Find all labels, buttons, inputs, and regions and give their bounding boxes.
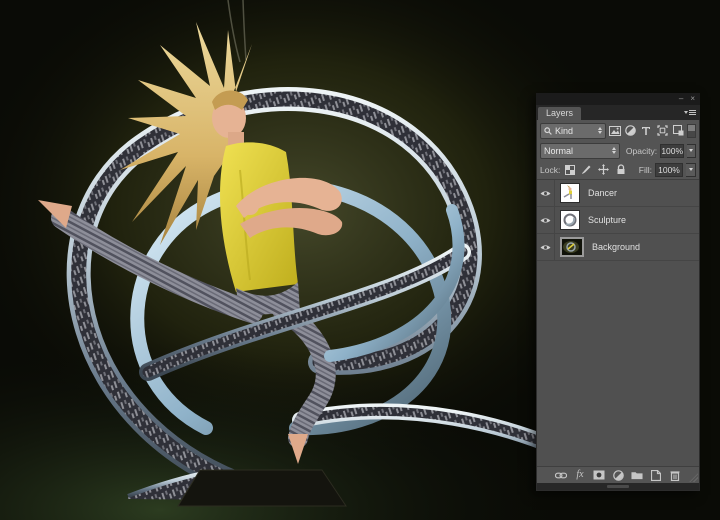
layer-thumbnail-background[interactable] xyxy=(560,237,584,257)
layers-panel-body: Kind xyxy=(536,120,700,491)
layer-filter-row: Kind xyxy=(537,120,699,141)
lock-row: Lock: Fill: 100% xyxy=(537,160,699,179)
shape-layer-filter-icon[interactable] xyxy=(655,124,669,138)
layer-styles-icon[interactable]: fx xyxy=(574,469,586,481)
lock-label: Lock: xyxy=(540,165,560,175)
adjustment-layer-filter-icon[interactable] xyxy=(623,124,637,138)
layer-styles-label: fx xyxy=(576,470,583,480)
link-layers-icon[interactable] xyxy=(555,469,567,481)
photoshop-workspace: – × Layers Kind xyxy=(0,0,720,520)
layer-row-sculpture[interactable]: Sculpture xyxy=(537,207,699,234)
opacity-dropdown-icon[interactable] xyxy=(687,144,696,158)
minimize-icon[interactable]: – xyxy=(679,95,683,103)
select-updown-icon xyxy=(612,147,616,154)
smart-object-filter-icon[interactable] xyxy=(671,124,685,138)
opacity-value[interactable]: 100% xyxy=(660,144,684,158)
layer-name: Dancer xyxy=(588,188,617,198)
layer-list: Dancer Sculpture xyxy=(537,179,699,466)
kind-filter-select[interactable]: Kind xyxy=(540,123,606,139)
layer-thumbnail-dancer[interactable] xyxy=(560,183,580,203)
add-layer-mask-icon[interactable] xyxy=(593,469,605,481)
new-group-icon[interactable] xyxy=(631,469,643,481)
layer-thumbnail-sculpture[interactable] xyxy=(560,210,580,230)
type-layer-filter-icon[interactable] xyxy=(639,124,653,138)
panel-drag-nub[interactable] xyxy=(607,485,629,488)
panel-window-chrome: – × xyxy=(536,93,700,105)
lock-all-icon[interactable] xyxy=(614,163,627,176)
new-layer-icon[interactable] xyxy=(650,469,662,481)
visibility-eye-icon[interactable] xyxy=(537,180,555,206)
panel-menu-icon[interactable] xyxy=(683,107,697,118)
layers-panel: – × Layers Kind xyxy=(536,93,700,491)
visibility-eye-icon[interactable] xyxy=(537,234,555,260)
layer-name: Background xyxy=(592,242,640,252)
lock-image-pixels-icon[interactable] xyxy=(580,163,593,176)
opacity-label: Opacity: xyxy=(626,146,657,156)
lock-transparent-pixels-icon[interactable] xyxy=(563,163,576,176)
pixel-layer-filter-icon[interactable] xyxy=(608,124,622,138)
delete-layer-icon[interactable] xyxy=(669,469,681,481)
panel-tab-strip: Layers xyxy=(536,105,700,120)
layer-name: Sculpture xyxy=(588,215,626,225)
panel-bottom-edge xyxy=(537,483,699,490)
blend-mode-value: Normal xyxy=(544,146,573,156)
visibility-eye-icon[interactable] xyxy=(537,207,555,233)
fill-value[interactable]: 100% xyxy=(655,163,683,177)
fill-label: Fill: xyxy=(639,165,652,175)
dancer-hand xyxy=(241,197,259,215)
lock-position-icon[interactable] xyxy=(597,163,610,176)
select-updown-icon xyxy=(598,127,602,134)
layers-bottom-toolbar: fx xyxy=(537,466,699,483)
close-icon[interactable]: × xyxy=(690,95,695,103)
blend-mode-select[interactable]: Normal xyxy=(540,143,620,159)
fill-dropdown-icon[interactable] xyxy=(686,163,696,177)
search-icon xyxy=(544,127,552,135)
kind-filter-label: Kind xyxy=(555,126,573,136)
tab-layers[interactable]: Layers xyxy=(538,107,581,120)
layer-row-background[interactable]: Background xyxy=(537,234,699,261)
layer-filtering-toggle[interactable] xyxy=(687,124,696,138)
layer-row-dancer[interactable]: Dancer xyxy=(537,180,699,207)
panel-resize-grip[interactable] xyxy=(689,473,698,482)
blend-mode-row: Normal Opacity: 100% xyxy=(537,141,699,160)
new-adjustment-layer-icon[interactable] xyxy=(612,469,624,481)
